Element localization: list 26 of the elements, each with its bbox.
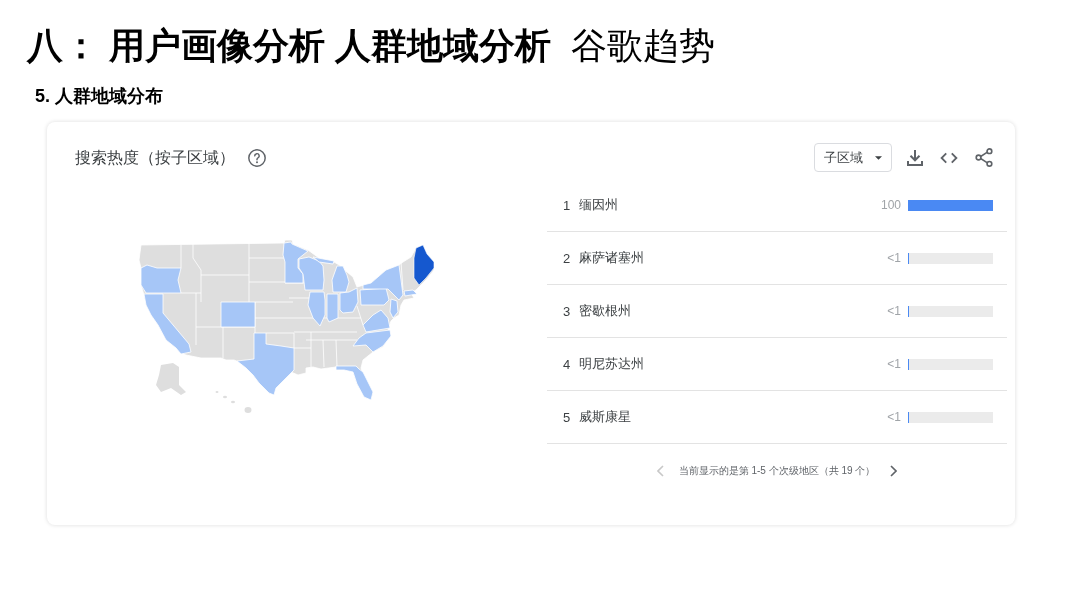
download-icon[interactable] — [907, 149, 923, 166]
help-icon[interactable] — [248, 148, 266, 167]
rank-number: 3 — [563, 303, 572, 319]
rank-number: 1 — [563, 197, 572, 213]
caret-icon — [875, 155, 882, 160]
score-value: <1 — [887, 357, 901, 371]
region-name[interactable]: 麻萨诸塞州 — [579, 249, 644, 267]
region-name[interactable]: 密歇根州 — [579, 302, 631, 320]
chevron-right-icon[interactable] — [890, 465, 898, 477]
region-name[interactable]: 明尼苏达州 — [579, 355, 644, 373]
share-icon[interactable] — [975, 148, 993, 167]
rank-number: 2 — [563, 250, 572, 266]
slide-title: 八： 用户画像分析 人群地域分析 谷歌趋势 — [25, 24, 717, 67]
score-value: 100 — [880, 198, 901, 212]
rank-number: 5 — [563, 409, 572, 425]
region-dropdown[interactable]: 子区域 — [814, 143, 892, 172]
card-title: 搜索热度（按子区域） — [75, 147, 235, 168]
region-name[interactable]: 威斯康星 — [579, 408, 631, 426]
code-icon[interactable] — [940, 151, 958, 164]
section-heading: 5. 人群地域分布 — [34, 86, 164, 106]
pager-label: 当前显示的是第 1-5 个次级地区（共 19 个） — [678, 464, 876, 478]
rank-number: 4 — [563, 356, 572, 372]
score-value: <1 — [887, 304, 901, 318]
score-value: <1 — [887, 251, 901, 265]
score-value: <1 — [887, 410, 901, 424]
region-name[interactable]: 缅因州 — [579, 196, 618, 214]
